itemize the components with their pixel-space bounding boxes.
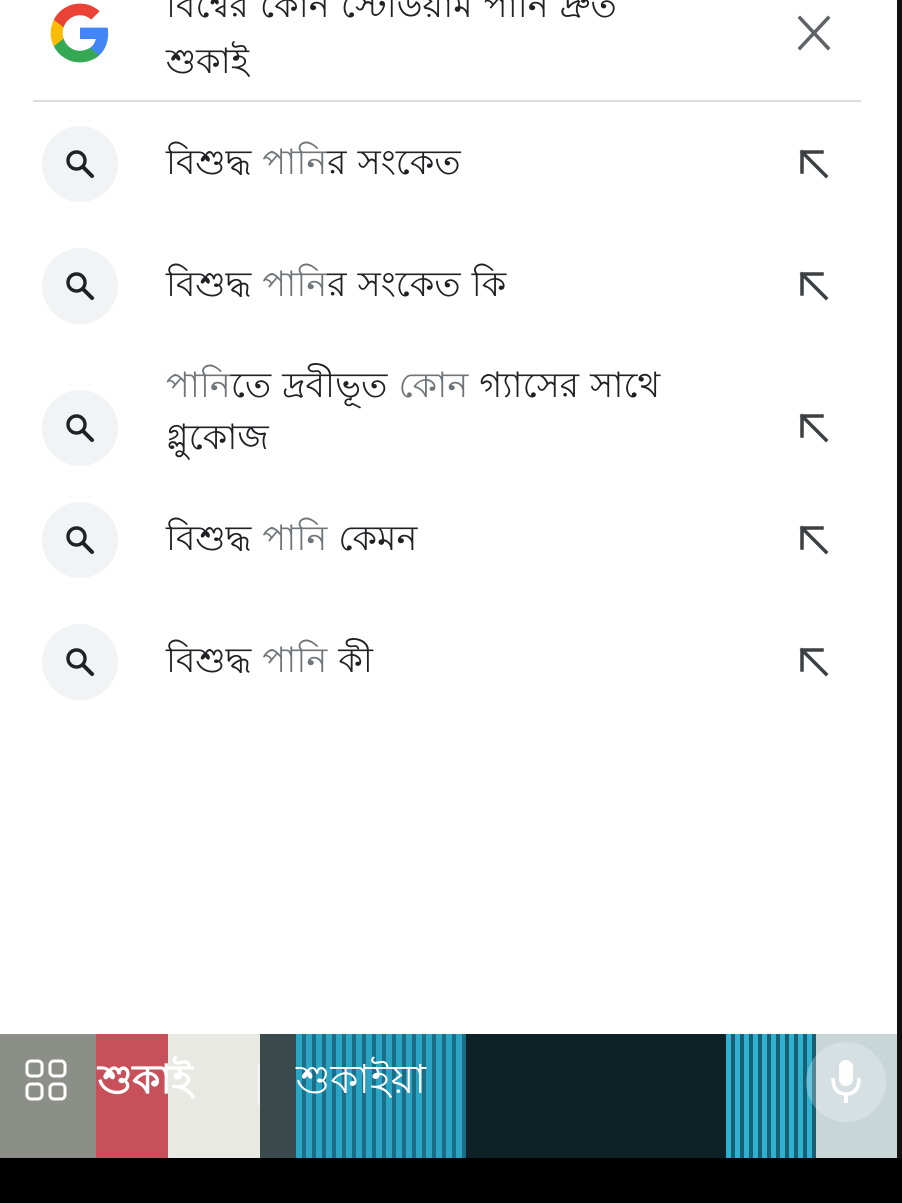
suggestion-text-segment: বিশুদ্ধ bbox=[166, 519, 263, 559]
suggestion-text-segment: র সংকেত bbox=[327, 143, 461, 183]
search-icon bbox=[42, 624, 118, 700]
suggestion-text-segment: বিশুদ্ধ bbox=[166, 265, 263, 305]
close-icon bbox=[797, 15, 831, 51]
search-query-line-1: বিশ্বের কোন স্টেডিয়াম পানি দ্রুত bbox=[166, 0, 617, 26]
suggestion-text-match: পানি bbox=[262, 519, 328, 559]
suggestion-text-match: কোন bbox=[398, 366, 469, 406]
suggestion-text-segment: বিশুদ্ধ bbox=[166, 143, 263, 183]
suggestion-text-segment: বিশুদ্ধ bbox=[166, 641, 263, 681]
suggestion-text: পানিতে দ্রবীভূত কোন গ্যাসের সাথে গ্লুকোজ bbox=[166, 360, 746, 464]
keyboard-suggestion-separator bbox=[258, 1064, 260, 1106]
suggestion-text: বিশুদ্ধ পানি কী bbox=[166, 635, 746, 687]
keyboard-suggestion-2[interactable]: শুকাইয়া bbox=[296, 1052, 426, 1108]
suggestion-item[interactable]: বিশুদ্ধ পানির সংকেত bbox=[0, 126, 897, 202]
suggestion-text: বিশুদ্ধ পানির সংকেত কি bbox=[166, 259, 746, 311]
arrow-up-left-icon[interactable] bbox=[796, 644, 832, 680]
screen-edge bbox=[897, 0, 902, 1158]
suggestion-item[interactable]: বিশুদ্ধ পানির সংকেত কি bbox=[0, 248, 897, 324]
keyboard-background bbox=[726, 1034, 816, 1158]
mic-icon bbox=[831, 1060, 861, 1103]
keyboard-suggestion-1[interactable]: শুকাই bbox=[98, 1052, 193, 1108]
suggestion-text-match: পানি bbox=[166, 366, 231, 406]
search-icon bbox=[42, 126, 118, 202]
suggestion-item[interactable]: বিশুদ্ধ পানি কেমন bbox=[0, 502, 897, 578]
search-query-text[interactable]: বিশ্বের কোন স্টেডিয়াম পানি দ্রুত শুকাই bbox=[166, 0, 766, 90]
suggestion-text: বিশুদ্ধ পানির সংকেত bbox=[166, 137, 746, 189]
search-screen: বিশ্বের কোন স্টেডিয়াম পানি দ্রুত শুকাই … bbox=[0, 0, 897, 1158]
search-icon bbox=[42, 502, 118, 578]
arrow-up-left-icon[interactable] bbox=[796, 146, 832, 182]
arrow-up-left-icon[interactable] bbox=[796, 410, 832, 446]
suggestion-text-match: পানি bbox=[262, 265, 328, 305]
suggestion-text: বিশুদ্ধ পানি কেমন bbox=[166, 513, 746, 565]
search-icon bbox=[42, 390, 118, 466]
voice-input-button[interactable] bbox=[806, 1042, 886, 1122]
google-g-icon bbox=[50, 3, 109, 63]
suggestion-text-segment: তে দ্রবীভূত bbox=[230, 366, 399, 406]
search-icon bbox=[42, 248, 118, 324]
suggestion-text-match: পানি bbox=[262, 641, 328, 681]
suggestion-text-match: পানি bbox=[262, 143, 328, 183]
arrow-up-left-icon[interactable] bbox=[796, 522, 832, 558]
search-query-line-2: শুকাই bbox=[166, 42, 249, 82]
search-header: বিশ্বের কোন স্টেডিয়াম পানি দ্রুত শুকাই bbox=[0, 0, 897, 100]
suggestion-text-segment: কেমন bbox=[327, 519, 418, 559]
suggestion-text-segment: র সংকেত কি bbox=[327, 265, 507, 305]
suggestion-item[interactable]: বিশুদ্ধ পানি কী bbox=[0, 624, 897, 700]
suggestion-text-segment: কী bbox=[327, 641, 373, 681]
apps-grid-icon[interactable] bbox=[24, 1058, 68, 1102]
header-divider bbox=[33, 100, 861, 102]
keyboard-background bbox=[466, 1034, 726, 1158]
suggestion-item[interactable]: পানিতে দ্রবীভূত কোন গ্যাসের সাথে গ্লুকোজ bbox=[0, 362, 897, 466]
arrow-up-left-icon[interactable] bbox=[796, 268, 832, 304]
clear-search-button[interactable] bbox=[790, 12, 838, 56]
